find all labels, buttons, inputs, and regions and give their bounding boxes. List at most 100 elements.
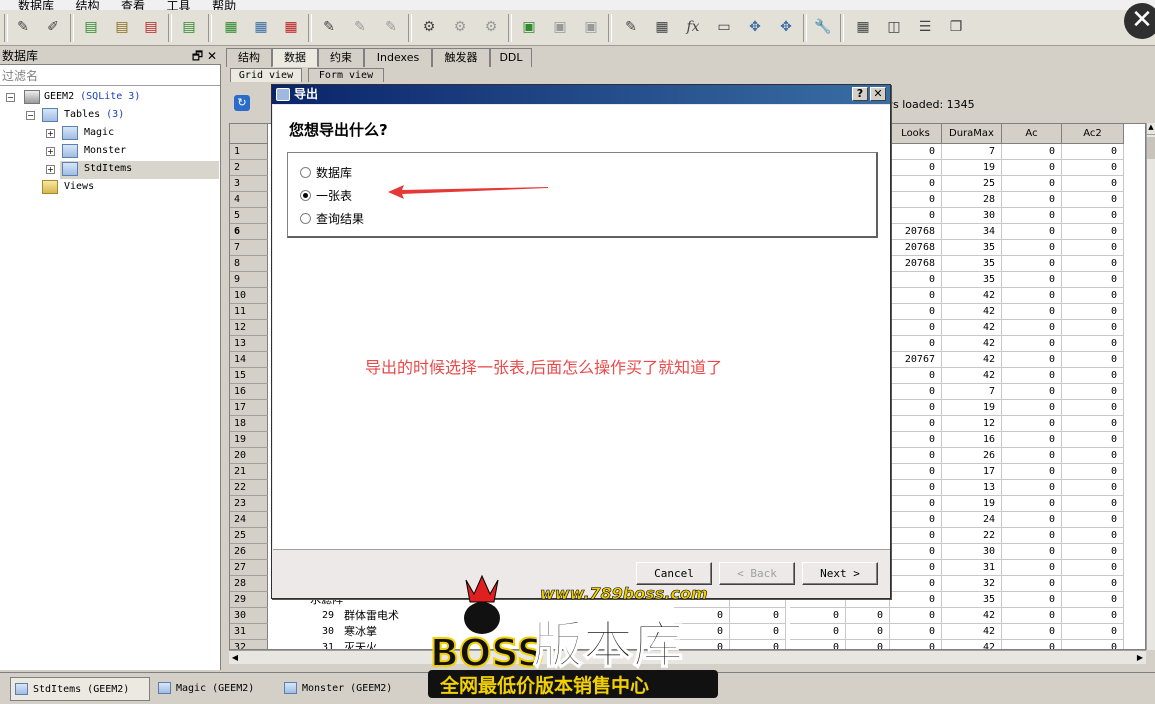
grid-cell-looks[interactable]: 20768 <box>890 256 942 272</box>
grid-cell-ac2[interactable]: 0 <box>1062 320 1124 336</box>
close-icon[interactable]: ✕ <box>1124 3 1155 39</box>
tab-triggers[interactable]: 触发器 <box>432 48 490 67</box>
grid-cell[interactable]: 0 <box>842 608 890 624</box>
grid-cell-duramax[interactable]: 34 <box>942 224 1002 240</box>
grid-cell-looks[interactable]: 0 <box>890 208 942 224</box>
grid-cell-ac2[interactable]: 0 <box>1062 480 1124 496</box>
expand-icon[interactable]: + <box>46 147 55 156</box>
grid-cell-looks[interactable]: 0 <box>890 544 942 560</box>
cascade-icon[interactable]: ❐ <box>945 16 967 38</box>
row-number[interactable]: 25 <box>230 528 268 544</box>
grid-cell-looks[interactable]: 0 <box>890 368 942 384</box>
row-number[interactable]: 30 <box>230 608 268 624</box>
grid-cell-ac2[interactable]: 0 <box>1062 528 1124 544</box>
grid-cell-ac2[interactable]: 0 <box>1062 608 1124 624</box>
grid-cell-ac[interactable]: 0 <box>1002 192 1062 208</box>
grid-cell-duramax[interactable]: 7 <box>942 144 1002 160</box>
new-view-icon[interactable]: ▣ <box>518 16 540 38</box>
grid-cell-ac[interactable]: 0 <box>1002 224 1062 240</box>
row-number[interactable]: 24 <box>230 512 268 528</box>
extension2-icon[interactable]: ✥ <box>775 16 797 38</box>
tree-item-magic[interactable]: Magic <box>84 126 114 140</box>
grid-cell[interactable]: 0 <box>842 624 890 640</box>
grid-cell-ac[interactable]: 0 <box>1002 608 1062 624</box>
grid-cell-duramax[interactable]: 30 <box>942 544 1002 560</box>
drop-view-icon[interactable]: ▣ <box>580 16 602 38</box>
connect-icon[interactable]: ✎ <box>12 16 34 38</box>
grid-cell-ac2[interactable]: 0 <box>1062 160 1124 176</box>
grid-cell-ac[interactable]: 0 <box>1002 512 1062 528</box>
row-number[interactable]: 6 <box>230 224 268 240</box>
grid-cell-ac[interactable]: 0 <box>1002 320 1062 336</box>
grid-cell-idx[interactable]: 30 <box>270 624 340 640</box>
grid-cell-looks[interactable]: 0 <box>890 528 942 544</box>
window-tab-stditems[interactable]: StdItems (GEEM2) <box>10 677 150 701</box>
grid-cell-ac[interactable]: 0 <box>1002 384 1062 400</box>
grid-cell-looks[interactable]: 0 <box>890 448 942 464</box>
row-number[interactable]: 3 <box>230 176 268 192</box>
next-button[interactable]: Next > <box>802 562 878 585</box>
grid-cell-ac2[interactable]: 0 <box>1062 336 1124 352</box>
grid-cell-ac[interactable]: 0 <box>1002 640 1062 649</box>
column-header-ac2[interactable]: Ac2 <box>1062 124 1124 144</box>
edit-index-icon[interactable]: ✎ <box>349 16 371 38</box>
grid-cell-ac2[interactable]: 0 <box>1062 400 1124 416</box>
grid-cell-ac[interactable]: 0 <box>1002 592 1062 608</box>
grid-cell-looks[interactable]: 0 <box>890 624 942 640</box>
row-number[interactable]: 20 <box>230 448 268 464</box>
grid-cell-looks[interactable]: 0 <box>890 416 942 432</box>
grid-cell-looks[interactable]: 0 <box>890 496 942 512</box>
grid-cell-ac[interactable]: 0 <box>1002 288 1062 304</box>
radio-button[interactable] <box>300 167 311 178</box>
tab-constraints[interactable]: 约束 <box>318 48 364 67</box>
collation-icon[interactable]: ▭ <box>713 16 735 38</box>
collapse-icon[interactable]: − <box>6 93 15 102</box>
grid-cell-duramax[interactable]: 35 <box>942 272 1002 288</box>
grid-cell[interactable]: 0 <box>790 640 846 649</box>
grid-cell-ac2[interactable]: 0 <box>1062 496 1124 512</box>
vertical-scrollbar[interactable]: ▲ <box>1146 123 1155 650</box>
grid-cell-ac[interactable]: 0 <box>1002 304 1062 320</box>
row-number[interactable]: 23 <box>230 496 268 512</box>
grid-cell-looks[interactable]: 0 <box>890 464 942 480</box>
option-database[interactable]: 数据库 <box>300 166 352 180</box>
grid-cell-duramax[interactable]: 35 <box>942 240 1002 256</box>
grid-cell-ac[interactable]: 0 <box>1002 240 1062 256</box>
back-button[interactable]: < Back <box>719 562 795 585</box>
grid-cell-ac[interactable]: 0 <box>1002 256 1062 272</box>
grid-cell-ac[interactable]: 0 <box>1002 400 1062 416</box>
drop-trigger-icon[interactable]: ⚙ <box>480 16 502 38</box>
grid-cell-ac2[interactable]: 0 <box>1062 304 1124 320</box>
grid-cell[interactable]: 0 <box>730 608 786 624</box>
grid-cell-duramax[interactable]: 42 <box>942 304 1002 320</box>
window-tab-magic[interactable]: Magic (GEEM2) <box>154 677 272 701</box>
grid-cell-duramax[interactable]: 42 <box>942 624 1002 640</box>
grid-cell-name[interactable]: 群体雷电术 <box>344 608 399 623</box>
grid-cell-duramax[interactable]: 35 <box>942 256 1002 272</box>
grid-cell-ac[interactable]: 0 <box>1002 464 1062 480</box>
grid-cell-ac[interactable]: 0 <box>1002 208 1062 224</box>
grid-cell-duramax[interactable]: 24 <box>942 512 1002 528</box>
grid-cell-ac2[interactable]: 0 <box>1062 544 1124 560</box>
grid-cell-duramax[interactable]: 22 <box>942 528 1002 544</box>
grid-cell-ac2[interactable]: 0 <box>1062 592 1124 608</box>
close-button[interactable]: ✕ <box>870 87 886 101</box>
grid-cell-duramax[interactable]: 26 <box>942 448 1002 464</box>
row-number[interactable]: 32 <box>230 640 268 649</box>
grid-cell-name[interactable]: 灭天火 <box>344 640 377 649</box>
grid-cell-ac[interactable]: 0 <box>1002 368 1062 384</box>
settings-icon[interactable]: 🔧 <box>812 16 834 38</box>
grid-cell-ac2[interactable]: 0 <box>1062 448 1124 464</box>
close-icon[interactable]: ✕ <box>207 49 217 63</box>
column-header-looks[interactable]: Looks <box>890 124 942 144</box>
grid-cell-ac2[interactable]: 0 <box>1062 256 1124 272</box>
option-query-result[interactable]: 查询结果 <box>300 212 364 226</box>
grid-cell-looks[interactable]: 0 <box>890 400 942 416</box>
grid-cell-duramax[interactable]: 42 <box>942 336 1002 352</box>
grid-cell-duramax[interactable]: 42 <box>942 640 1002 649</box>
edit-view-icon[interactable]: ▣ <box>549 16 571 38</box>
grid-cell[interactable]: 0 <box>730 624 786 640</box>
refresh-icon[interactable]: ↻ <box>234 95 250 111</box>
grid-cell-looks[interactable]: 0 <box>890 640 942 649</box>
grid-cell-ac2[interactable]: 0 <box>1062 384 1124 400</box>
